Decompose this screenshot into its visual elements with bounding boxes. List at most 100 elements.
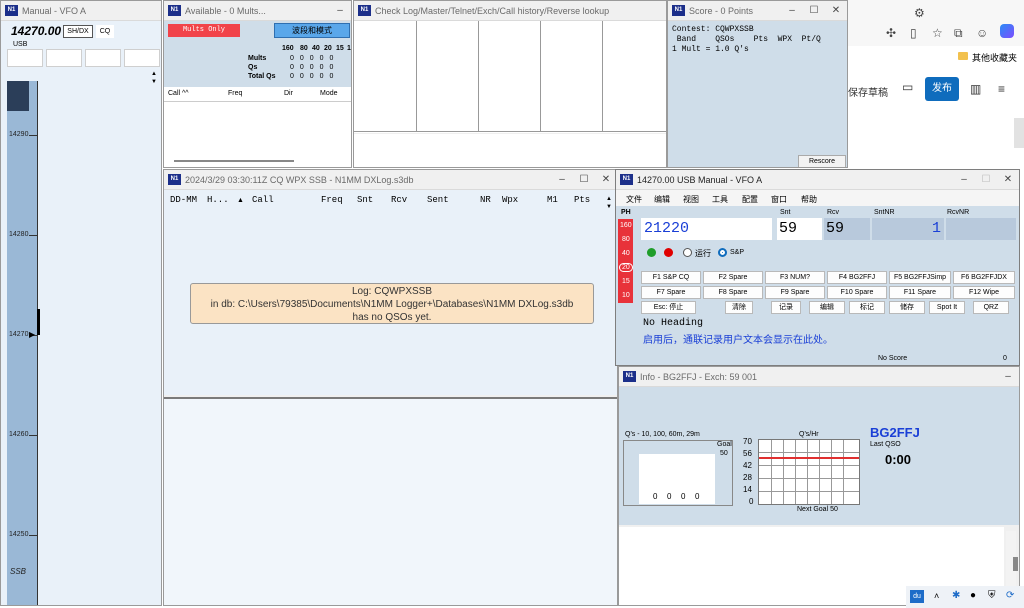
maximize-icon[interactable]: ☐ [975,174,997,185]
spot-it-button[interactable]: Spot It [929,301,965,314]
extension-icon[interactable]: ⚙ [914,6,925,20]
band-160[interactable]: 160 [620,222,632,229]
sp-label[interactable]: S&P [730,249,744,256]
col-dir[interactable]: Dir [284,90,293,97]
check-titlebar[interactable]: N1 Check Log/Master/Telnet/Exch/Call his… [354,1,666,21]
snt-field[interactable]: 59 [777,218,822,240]
puzzle-icon[interactable]: ✣ [886,26,896,40]
band-15[interactable]: 15 [622,278,630,285]
sync-icon[interactable]: ⟳ [1006,590,1014,601]
col-pts[interactable]: Pts [574,195,590,205]
split-screen-icon[interactable]: ▯ [910,26,917,40]
bandmap-scale[interactable] [7,81,37,605]
cq-button[interactable]: CQ [96,25,114,38]
col-sent[interactable]: Sent [427,195,449,205]
vfo-memory-slot[interactable] [124,49,160,67]
laptop-icon[interactable]: ▭ [902,80,913,94]
publish-button[interactable]: 发布 [925,77,959,101]
mults-only-button[interactable]: Mults Only [168,24,240,37]
band-80[interactable]: 80 [622,236,630,243]
f5-key[interactable]: F5 BG2FFJSimp [889,271,951,284]
chevron-up-icon[interactable]: ˄ [934,591,939,601]
close-icon[interactable]: ✕ [997,174,1019,185]
score-titlebar[interactable]: N1 Score - 0 Points – ☐ ✕ [668,1,847,21]
col-time[interactable]: H... [207,195,229,205]
col-date[interactable]: DD-MM [170,195,197,205]
sp-radio-icon[interactable] [718,248,727,257]
profile-icon[interactable]: ☺ [976,26,988,40]
other-favorites[interactable]: 其他收藏夹 [972,51,1017,64]
minimize-icon[interactable]: – [551,174,573,185]
close-icon[interactable]: ✕ [595,174,617,185]
scroll-down-icon[interactable]: ▼ [151,79,157,85]
close-icon[interactable]: ✕ [825,5,847,16]
menu-icon[interactable]: ≡ [998,82,1005,96]
band-20[interactable]: 20 [619,263,633,272]
sntnr-field[interactable]: 1 [872,218,944,240]
log-titlebar[interactable]: N1 2024/3/29 03:30:11Z CQ WPX SSB - N1MM… [164,170,617,190]
f6-key[interactable]: F6 BG2FFJDX [953,271,1015,284]
col-m1[interactable]: M1 [547,195,558,205]
save-draft-link[interactable]: 保存草稿 [848,84,888,99]
band-10[interactable]: 10 [622,292,630,299]
minimize-icon[interactable]: – [329,5,351,16]
shield-icon[interactable]: ⛨ [988,590,996,601]
horizontal-scrollbar[interactable] [174,160,294,162]
edit-button[interactable]: 编辑 [809,301,845,314]
f11-key[interactable]: F11 Spare [889,286,951,299]
col-rcv[interactable]: Rcv [391,195,407,205]
f3-key[interactable]: F3 NUM? [765,271,825,284]
col-freq[interactable]: Freq [321,195,343,205]
col-mode[interactable]: Mode [320,90,338,97]
copilot-icon[interactable] [1000,24,1014,38]
f12-key[interactable]: F12 Wipe [953,286,1015,299]
minimize-icon[interactable]: – [953,174,975,185]
call-field[interactable]: 21220 [641,218,772,240]
f2-key[interactable]: F2 Spare [703,271,763,284]
store-button[interactable]: 储存 [889,301,925,314]
vfo-memory-slot[interactable] [7,49,43,67]
vfo-memory-slot[interactable] [85,49,121,67]
f8-key[interactable]: F8 Spare [703,286,763,299]
maximize-icon[interactable]: ☐ [803,5,825,16]
f4-key[interactable]: F4 BG2FFJ [827,271,887,284]
menu-window[interactable]: 窗口 [771,194,787,205]
mark-button[interactable]: 标记 [849,301,885,314]
vfo-titlebar[interactable]: N1 Manual - VFO A [1,1,161,21]
maximize-icon[interactable]: ☐ [573,174,595,185]
qrz-button[interactable]: QRZ [973,301,1009,314]
run-label[interactable]: 运行 [695,248,711,259]
scroll-up-icon[interactable]: ▲ [606,196,612,202]
audio-device-icon[interactable]: ● [970,590,976,601]
info-titlebar[interactable]: N1 Info - BG2FFJ - Exch: 59 001 – [619,367,1019,387]
tray-app-icon[interactable]: du [910,590,924,603]
favorites-star-icon[interactable]: ☆ [932,26,943,40]
scroll-down-icon[interactable]: ▼ [606,204,612,210]
col-call[interactable]: Call ^^ [168,90,189,97]
col-freq[interactable]: Freq [228,90,242,97]
menu-tools[interactable]: 工具 [712,194,728,205]
f7-key[interactable]: F7 Spare [641,286,701,299]
log-it-button[interactable]: 记录 [771,301,801,314]
band-40[interactable]: 40 [622,250,630,257]
menu-edit[interactable]: 编辑 [654,194,670,205]
col-snt[interactable]: Snt [357,195,373,205]
run-radio-icon[interactable] [683,248,692,257]
wipe-button[interactable]: 清除 [725,301,753,314]
col-nr[interactable]: NR [480,195,491,205]
menu-file[interactable]: 文件 [626,194,642,205]
rescore-button[interactable]: Rescore [798,155,846,167]
entry-titlebar[interactable]: N1 14270.00 USB Manual - VFO A – ☐ ✕ [616,170,1019,190]
bluetooth-icon[interactable]: ✱ [952,590,960,601]
band-mode-button[interactable]: 波段和模式 [274,23,350,38]
minimize-icon[interactable]: – [997,371,1019,382]
scroll-thumb[interactable] [1013,557,1018,571]
rcvnr-field[interactable] [946,218,1016,240]
menu-view[interactable]: 视图 [683,194,699,205]
vfo-memory-slot[interactable] [46,49,82,67]
menu-config[interactable]: 配置 [742,194,758,205]
minimize-icon[interactable]: – [781,5,803,16]
menu-help[interactable]: 帮助 [801,194,817,205]
esc-stop-button[interactable]: Esc: 停止 [641,301,696,314]
f10-key[interactable]: F10 Spare [827,286,887,299]
